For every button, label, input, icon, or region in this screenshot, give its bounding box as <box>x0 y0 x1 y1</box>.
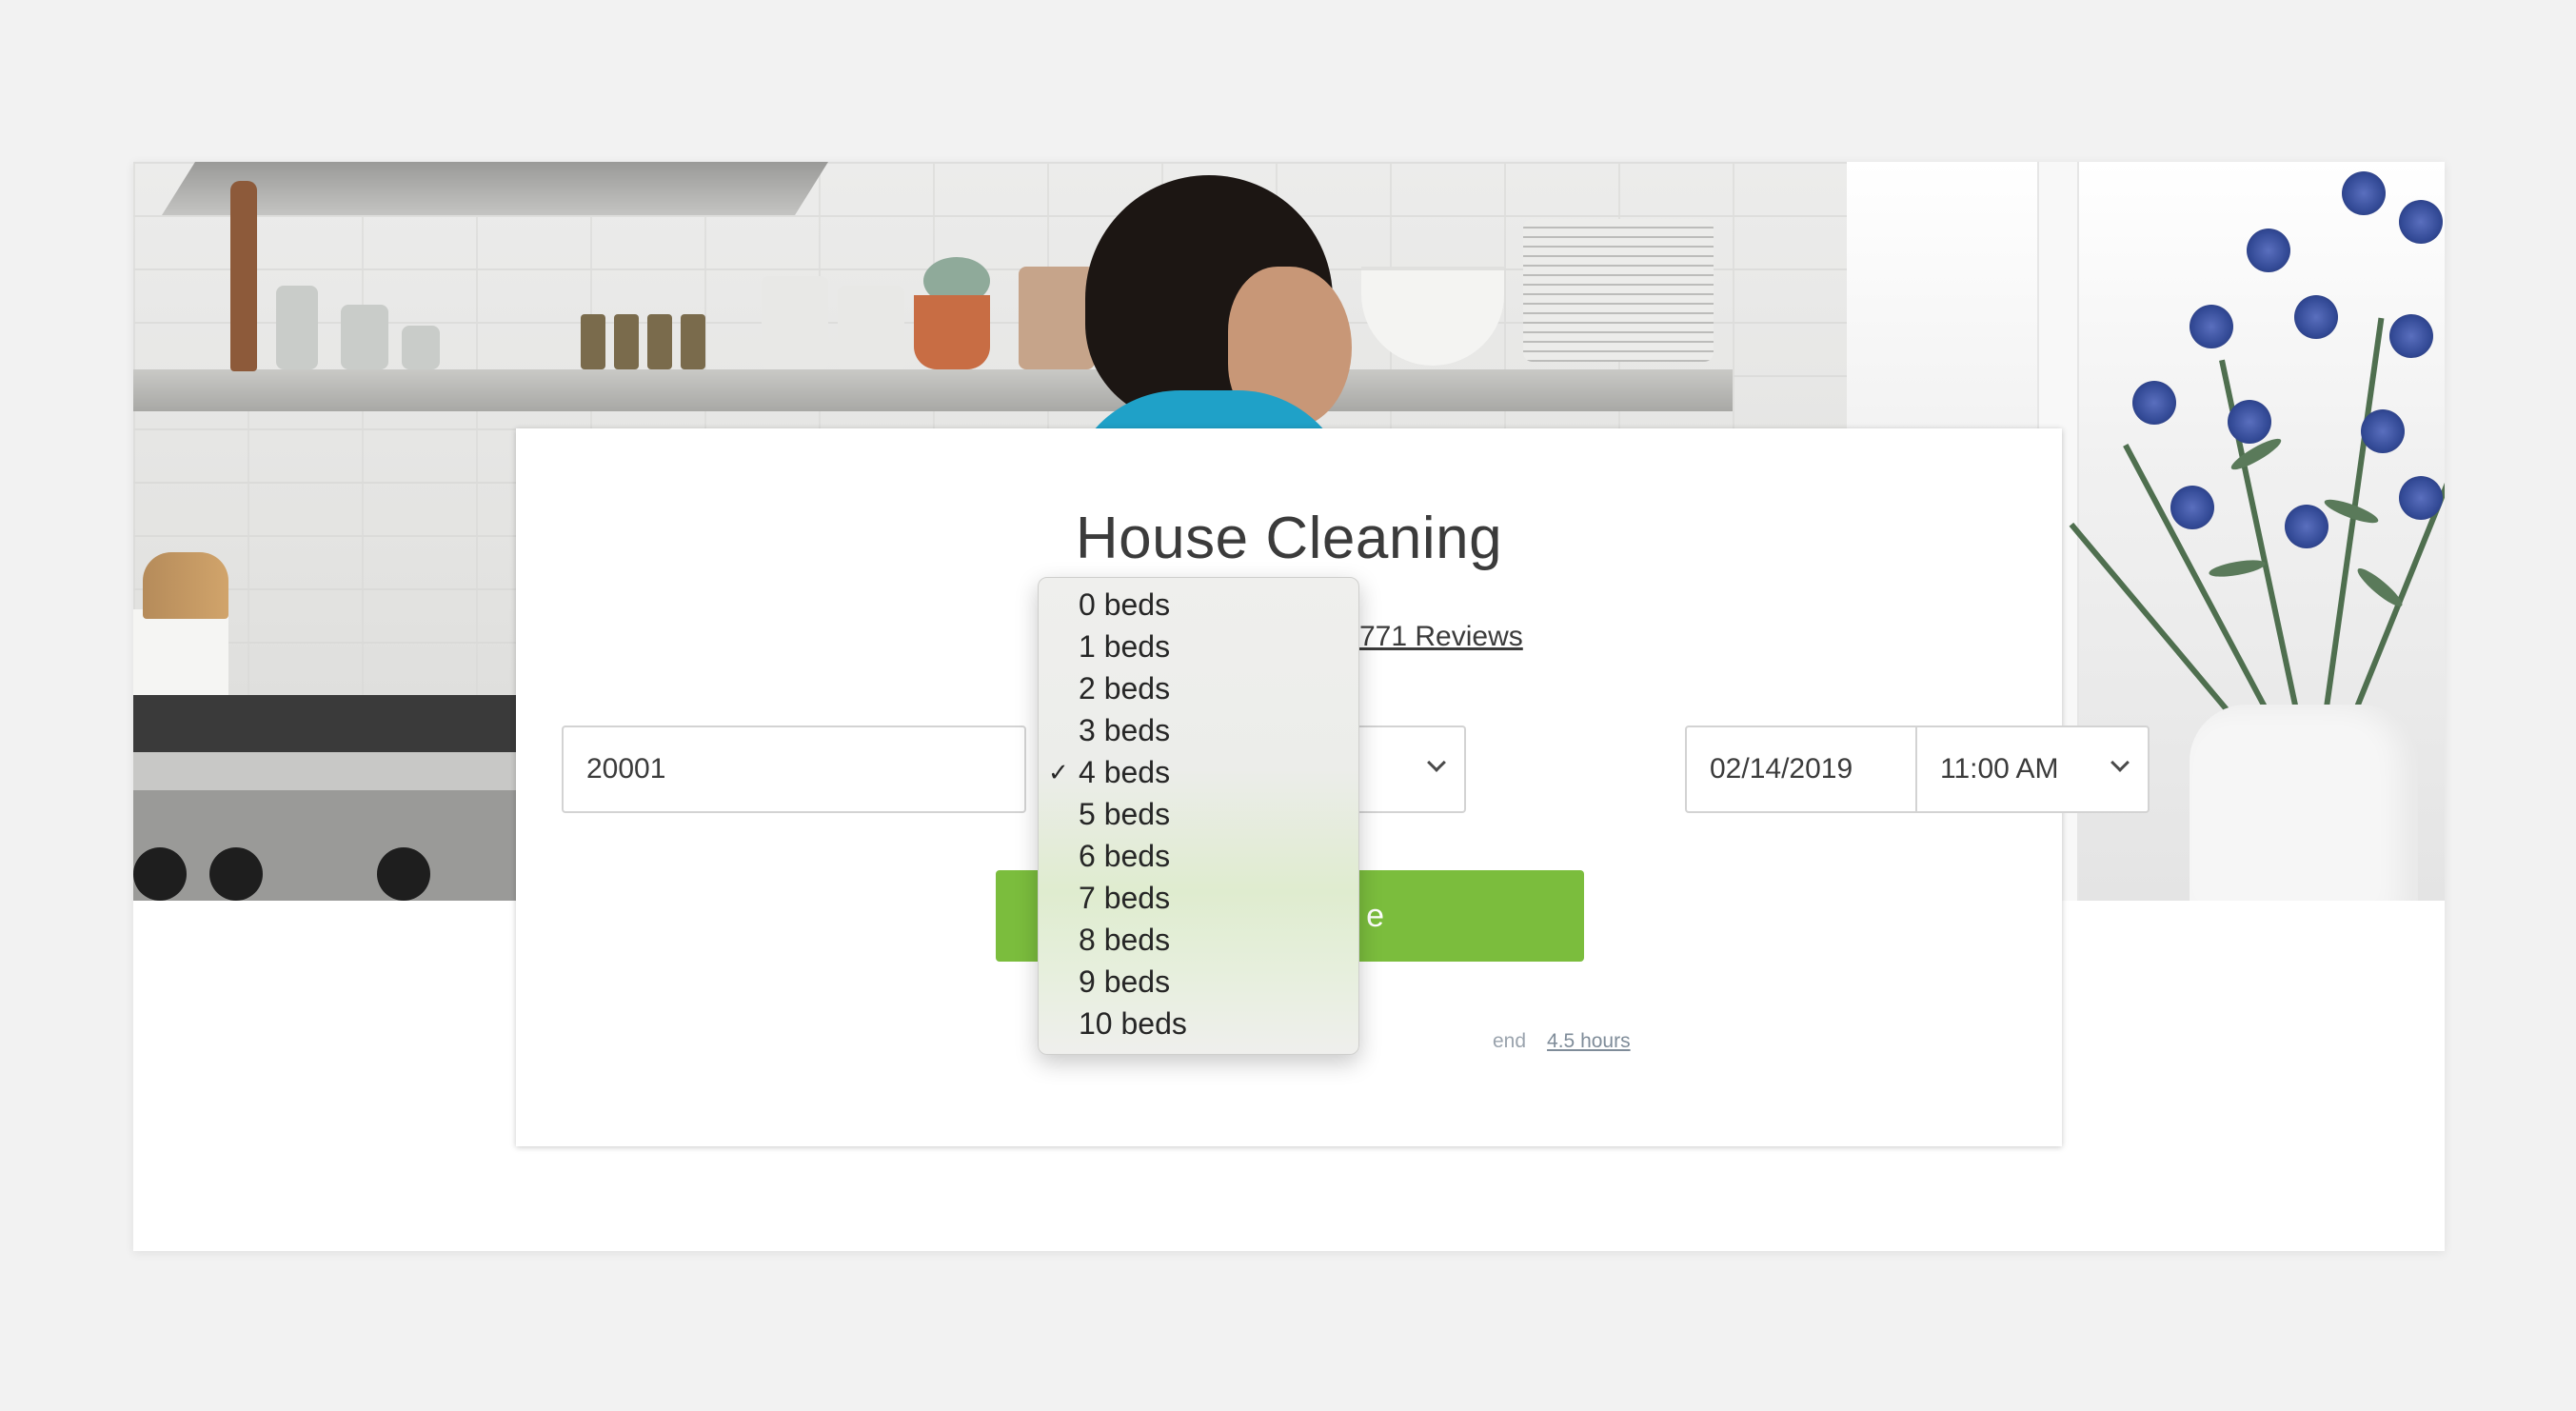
terracotta-pot <box>914 295 990 369</box>
kitchen-shelf <box>133 369 1733 411</box>
thistle-flower <box>2247 229 2290 272</box>
beds-option-label: 0 beds <box>1079 587 1171 622</box>
beds-option-label: 9 beds <box>1079 964 1171 999</box>
beds-option-label: 8 beds <box>1079 923 1171 957</box>
beds-option[interactable]: 5 beds <box>1039 793 1358 835</box>
recommended-hours-link[interactable]: 4.5 hours <box>1547 1030 1631 1052</box>
checkmark-icon: ✓ <box>1048 758 1069 786</box>
beds-option-label: 6 beds <box>1079 839 1171 873</box>
beds-option-label: 7 beds <box>1079 881 1171 915</box>
beds-option[interactable]: 9 beds <box>1039 961 1358 1003</box>
chevron-down-icon <box>2110 753 2130 772</box>
beds-option-label: 1 beds <box>1079 629 1171 664</box>
beds-option[interactable]: 7 beds <box>1039 877 1358 919</box>
wooden-spoons <box>143 552 228 619</box>
beds-option[interactable]: 8 beds <box>1039 919 1358 961</box>
jar <box>341 305 388 369</box>
beds-option[interactable]: 0 beds <box>1039 584 1358 626</box>
beds-option-label: 2 beds <box>1079 671 1171 706</box>
range-hood <box>162 162 828 215</box>
vase <box>2190 705 2418 901</box>
thistle-flower <box>2132 381 2176 425</box>
stove <box>133 695 533 901</box>
date-input[interactable]: 02/14/2019 <box>1685 725 1917 813</box>
beds-option-label: 3 beds <box>1079 713 1171 747</box>
zip-code-value: 20001 <box>586 753 666 785</box>
thistle-flower <box>2285 505 2328 548</box>
time-value: 11:00 AM <box>1940 753 2059 785</box>
beds-option[interactable]: 1 beds <box>1039 626 1358 667</box>
zip-code-input[interactable]: 20001 <box>562 725 1026 813</box>
chevron-down-icon <box>1427 753 1446 772</box>
beds-option-label: 10 beds <box>1079 1006 1187 1041</box>
thistle-flower <box>2190 305 2233 348</box>
ceramic-cup <box>762 276 828 369</box>
beds-option-selected[interactable]: ✓ 4 beds <box>1039 751 1358 793</box>
thistle-flower <box>2399 476 2443 520</box>
thistle-flower <box>2228 400 2271 444</box>
thistle-flower <box>2294 295 2338 339</box>
time-select[interactable]: 11:00 AM <box>1915 725 2150 813</box>
beds-option[interactable]: 10 beds <box>1039 1003 1358 1044</box>
jar <box>402 326 440 369</box>
storage-jar <box>1019 267 1095 369</box>
beds-option-label: 5 beds <box>1079 797 1171 831</box>
ceramic-cup <box>838 286 904 369</box>
reviews-link[interactable]: 771 Reviews <box>1359 621 1523 653</box>
spice-jar <box>681 314 705 369</box>
thistle-flower <box>2342 171 2386 215</box>
plate-stack <box>1523 219 1714 362</box>
beds-dropdown-menu[interactable]: 0 beds 1 beds 2 beds 3 beds ✓ 4 beds 5 be… <box>1038 577 1359 1055</box>
spice-jar <box>614 314 639 369</box>
stove-knob <box>133 847 187 901</box>
thistle-flower <box>2389 314 2433 358</box>
beds-option-label: 4 beds <box>1079 755 1171 789</box>
stove-knob <box>377 847 430 901</box>
date-value: 02/14/2019 <box>1710 753 1853 785</box>
page-title: House Cleaning <box>1075 506 1503 571</box>
pepper-mill <box>230 181 257 371</box>
jar <box>276 286 318 369</box>
get-price-button-label: e <box>1366 897 1384 934</box>
spice-jar <box>647 314 672 369</box>
thistle-flower <box>2170 486 2214 529</box>
recommendation-text: end 4.5 hours <box>1493 1030 1631 1053</box>
spice-jar <box>581 314 605 369</box>
beds-option[interactable]: 2 beds <box>1039 667 1358 709</box>
beds-option[interactable]: 6 beds <box>1039 835 1358 877</box>
beds-option[interactable]: 3 beds <box>1039 709 1358 751</box>
recommend-label: end <box>1493 1030 1527 1052</box>
thistle-flower <box>2361 409 2405 453</box>
stove-knob <box>209 847 263 901</box>
thistle-flower <box>2399 200 2443 244</box>
